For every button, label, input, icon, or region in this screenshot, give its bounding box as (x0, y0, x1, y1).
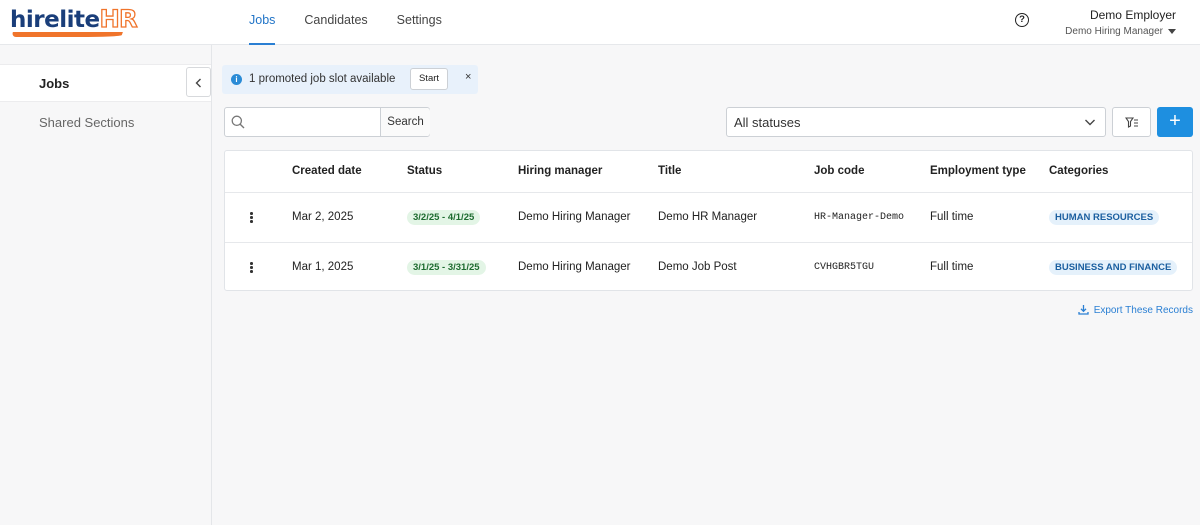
cell-hiring-manager: Demo Hiring Manager (518, 261, 631, 273)
logo-text-hr: HR (99, 4, 138, 33)
advanced-filter-button[interactable] (1112, 107, 1151, 137)
cell-created: Mar 1, 2025 (292, 261, 354, 273)
promo-banner: i 1 promoted job slot available Start × (222, 65, 478, 94)
cell-title[interactable]: Demo HR Manager (658, 193, 757, 242)
column-header-created[interactable]: Created date (292, 151, 362, 192)
sidebar-item-jobs[interactable]: Jobs (0, 64, 211, 102)
cell-job-code: HR-Manager-Demo (814, 212, 905, 223)
download-icon (1078, 305, 1089, 315)
tab-settings[interactable]: Settings (397, 0, 442, 45)
cell-job-code: CVHGBR5TGU (814, 262, 875, 273)
info-icon: i (231, 74, 242, 85)
main-content: i 1 promoted job slot available Start × … (212, 45, 1200, 525)
start-button[interactable]: Start (410, 68, 448, 90)
export-records-link[interactable]: Export These Records (1078, 304, 1193, 316)
cell-categories: HUMAN RESOURCES (1049, 193, 1160, 242)
caret-down-icon (1168, 28, 1176, 34)
search-box: Search (224, 107, 430, 137)
user-menu[interactable]: Demo Employer Demo Hiring Manager (1065, 8, 1176, 37)
status-filter-value: All statuses (734, 115, 801, 130)
cell-created: Mar 2, 2025 (292, 211, 354, 223)
kebab-menu-icon[interactable] (250, 212, 253, 223)
table-row[interactable]: Mar 1, 2025 3/1/25 - 3/31/25 Demo Hiring… (225, 242, 1192, 292)
search-icon (231, 115, 245, 129)
filter-lines-icon (1125, 117, 1138, 128)
hirelite-logo[interactable]: hireliteHR (10, 4, 138, 37)
status-filter-select[interactable]: All statuses (726, 107, 1106, 137)
top-bar: hireliteHR Jobs Candidates Settings ? De… (0, 0, 1200, 45)
user-name: Demo Employer (1089, 8, 1176, 22)
column-header-categories[interactable]: Categories (1049, 151, 1108, 192)
user-role-label: Demo Hiring Manager (1065, 26, 1163, 37)
cell-status: 3/1/25 - 3/31/25 (407, 243, 486, 292)
logo-text-hirelite: hirelite (10, 7, 100, 33)
category-badge: BUSINESS AND FINANCE (1049, 260, 1178, 275)
sidebar: Jobs Shared Sections (0, 45, 212, 525)
kebab-menu-icon[interactable] (250, 262, 253, 273)
cell-title[interactable]: Demo Job Post (658, 243, 737, 292)
table-row[interactable]: Mar 2, 2025 3/2/25 - 4/1/25 Demo Hiring … (225, 192, 1192, 242)
cell-status: 3/2/25 - 4/1/25 (407, 193, 481, 242)
column-header-status[interactable]: Status (407, 151, 442, 192)
logo-swoosh (11, 32, 123, 37)
search-input[interactable] (250, 109, 378, 135)
cell-hiring-manager: Demo Hiring Manager (518, 211, 631, 223)
tab-jobs[interactable]: Jobs (249, 0, 276, 45)
category-badge: HUMAN RESOURCES (1049, 210, 1160, 225)
cell-categories: BUSINESS AND FINANCE (1049, 243, 1178, 292)
main-nav: Jobs Candidates Settings (249, 0, 471, 45)
chevron-left-icon (195, 78, 201, 88)
status-badge: 3/2/25 - 4/1/25 (407, 210, 481, 225)
cell-employment-type: Full time (930, 211, 974, 223)
user-role: Demo Hiring Manager (1065, 26, 1176, 37)
help-icon[interactable]: ? (1015, 13, 1029, 27)
chevron-down-icon (1085, 119, 1095, 126)
add-job-button[interactable]: + (1157, 107, 1193, 137)
column-header-employment-type[interactable]: Employment type (930, 151, 1026, 192)
status-badge: 3/1/25 - 3/31/25 (407, 260, 486, 275)
collapse-sidebar-button[interactable] (186, 67, 211, 97)
search-button[interactable]: Search (380, 108, 430, 136)
column-header-hiring-manager[interactable]: Hiring manager (518, 151, 602, 192)
promo-text: 1 promoted job slot available (249, 73, 396, 85)
column-header-job-code[interactable]: Job code (814, 151, 864, 192)
tab-candidates[interactable]: Candidates (304, 0, 367, 45)
cell-employment-type: Full time (930, 261, 974, 273)
close-icon[interactable]: × (465, 71, 471, 83)
jobs-table: Created date Status Hiring manager Title… (224, 150, 1193, 291)
column-header-title[interactable]: Title (658, 151, 681, 192)
export-records-label: Export These Records (1093, 305, 1193, 316)
sidebar-item-shared-sections[interactable]: Shared Sections (0, 104, 211, 142)
